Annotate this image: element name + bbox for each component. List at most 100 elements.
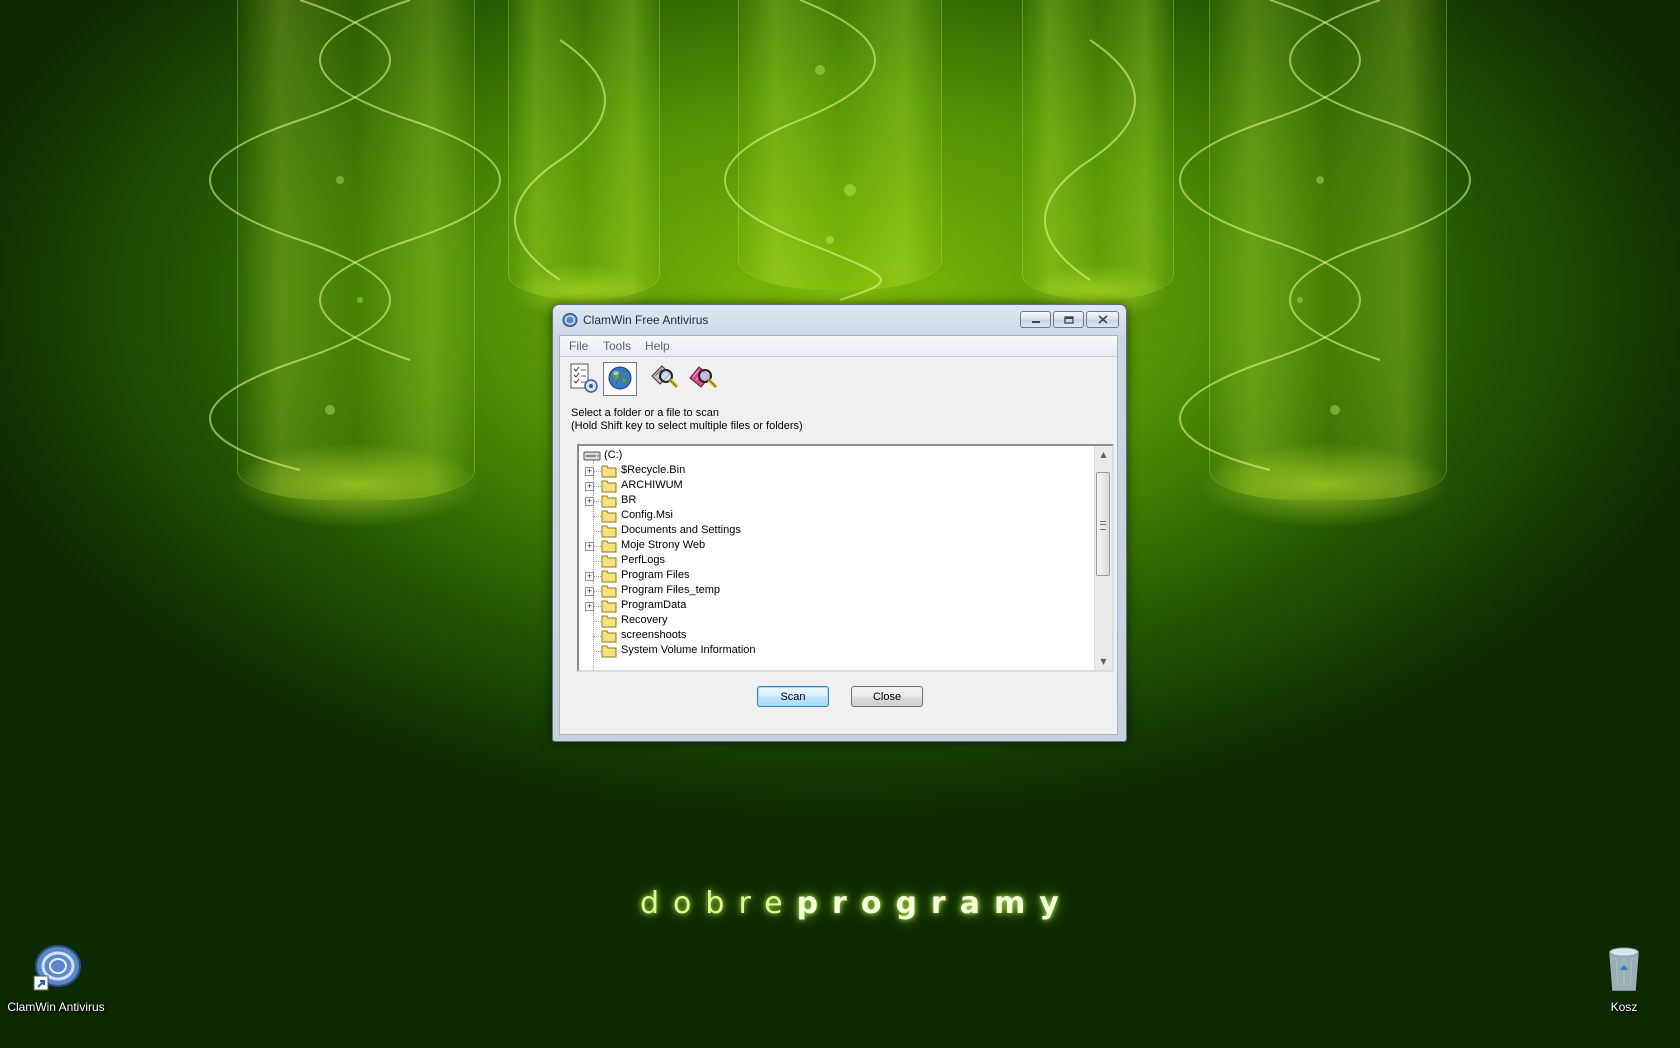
tree-item[interactable]: + ARCHIWUM (579, 478, 1059, 494)
folder-tree[interactable]: (C:) + $Recycle.Bin + ARCHIWUM + BR Conf… (577, 444, 1114, 672)
scan-magnifier-icon (689, 366, 718, 389)
scan-button[interactable]: Scan (757, 686, 829, 707)
scan-instruction: Select a folder or a file to scan (Hold … (571, 407, 803, 433)
tree-item-label: Moje Strony Web (621, 539, 706, 551)
close-window-button[interactable] (1086, 311, 1119, 328)
folder-icon (601, 570, 617, 583)
menu-bar: File Tools Help (560, 336, 1117, 357)
tree-connector (593, 591, 601, 592)
folder-icon (601, 480, 617, 493)
tree-connector (593, 501, 601, 502)
instruction-line-1: Select a folder or a file to scan (571, 407, 719, 419)
desktop-icon-label: Kosz (1610, 1000, 1638, 1014)
tree-item[interactable]: + BR (579, 493, 1059, 509)
tree-item-label: ProgramData (621, 599, 687, 611)
folder-icon (601, 645, 617, 658)
desktop-icon-clamwin[interactable]: ClamWin Antivirus (1, 942, 111, 1014)
tree-connector (593, 516, 601, 517)
folder-icon (601, 510, 617, 523)
scroll-up-button[interactable]: ▲ (1095, 446, 1112, 463)
update-database-tool-button[interactable] (603, 362, 637, 396)
menu-help[interactable]: Help (642, 339, 673, 353)
globe-update-icon (608, 366, 632, 390)
tree-item-label: ARCHIWUM (621, 479, 683, 491)
tree-connector (593, 636, 601, 637)
menu-file[interactable]: File (566, 339, 591, 353)
tree-item[interactable]: + Program Files_temp (579, 583, 1059, 599)
scan-memory-icon (651, 365, 679, 389)
expand-toggle[interactable]: + (585, 542, 594, 551)
title-bar[interactable]: ClamWin Free Antivirus (553, 305, 1126, 335)
tree-item[interactable]: + Moje Strony Web (579, 538, 1059, 554)
desktop-icon-label: ClamWin Antivirus (7, 1000, 105, 1014)
close-button[interactable]: Close (851, 686, 923, 707)
scroll-down-button[interactable]: ▼ (1095, 653, 1112, 670)
preferences-tool-button[interactable] (568, 362, 602, 396)
tree-connector (593, 546, 601, 547)
tree-connector (593, 561, 601, 562)
scroll-thumb[interactable] (1096, 472, 1110, 576)
tree-root-drive[interactable]: (C:) (579, 448, 1059, 464)
folder-icon (601, 555, 617, 568)
expand-toggle[interactable]: + (585, 602, 594, 611)
minimize-icon (1031, 320, 1040, 323)
tree-root-label: (C:) (604, 449, 623, 461)
wallpaper-tube (508, 0, 660, 300)
tree-item-label: screenshoots (621, 629, 687, 641)
window-title: ClamWin Free Antivirus (583, 313, 709, 327)
menu-tools[interactable]: Tools (600, 339, 634, 353)
tree-item[interactable]: Documents and Settings (579, 523, 1059, 539)
folder-icon (601, 495, 617, 508)
tree-item[interactable]: Config.Msi (579, 508, 1059, 524)
wallpaper-tube (237, 0, 475, 500)
tree-vertical-scrollbar[interactable]: ▲ ▼ (1094, 446, 1112, 670)
window-client-area: File Tools Help Select a folder or a fil… (559, 335, 1118, 735)
folder-icon (601, 615, 617, 628)
recycle-bin-icon (1609, 947, 1639, 991)
checklist-preferences-icon (570, 363, 598, 393)
tree-item-label: Program Files (621, 569, 690, 581)
scheduled-scan-tool-button[interactable] (687, 362, 721, 396)
scan-memory-tool-button[interactable] (648, 362, 682, 396)
tree-item[interactable]: + ProgramData (579, 598, 1059, 614)
tree-connector (593, 531, 601, 532)
expand-toggle[interactable]: + (585, 497, 594, 506)
expand-toggle[interactable]: + (585, 482, 594, 491)
tree-connector (593, 486, 601, 487)
clamwin-main-window: ClamWin Free Antivirus File Tools Help S… (552, 304, 1127, 742)
tree-item-label: Recovery (621, 614, 668, 626)
clamwin-shortcut-icon (33, 945, 81, 991)
folder-icon (601, 600, 617, 613)
expand-toggle[interactable]: + (585, 467, 594, 476)
tree-item[interactable]: screenshoots (579, 628, 1059, 644)
toolbar (560, 357, 1117, 401)
tree-item-label: Documents and Settings (621, 524, 741, 536)
tree-item[interactable]: + $Recycle.Bin (579, 463, 1059, 479)
minimize-button[interactable] (1020, 311, 1051, 328)
close-icon (1097, 315, 1108, 324)
folder-icon (601, 525, 617, 538)
folder-icon (601, 540, 617, 553)
tree-item[interactable]: + Program Files (579, 568, 1059, 584)
tree-item[interactable]: Recovery (579, 613, 1059, 629)
clamwin-app-icon (562, 313, 578, 327)
desktop-icon-recycle-bin[interactable]: Kosz (1569, 942, 1679, 1014)
scroll-grip-icon (1100, 521, 1106, 530)
tree-item-label: PerfLogs (621, 554, 666, 566)
folder-icon (601, 465, 617, 478)
maximize-button[interactable] (1053, 311, 1084, 328)
tree-item[interactable]: PerfLogs (579, 553, 1059, 569)
maximize-icon (1063, 315, 1074, 324)
instruction-line-2: (Hold Shift key to select multiple files… (571, 420, 803, 432)
wallpaper-tube (1022, 0, 1174, 300)
expand-toggle[interactable]: + (585, 587, 594, 596)
tree-item[interactable]: System Volume Information (579, 643, 1059, 659)
tree-item-label: Program Files_temp (621, 584, 721, 596)
tree-item-label: $Recycle.Bin (621, 464, 686, 476)
expand-toggle[interactable]: + (585, 572, 594, 581)
wallpaper-tube (1209, 0, 1447, 500)
tree-item-label: BR (621, 494, 637, 506)
tree-item-label: Config.Msi (621, 509, 673, 521)
folder-tree-content: (C:) + $Recycle.Bin + ARCHIWUM + BR Conf… (579, 446, 1094, 670)
hard-drive-icon (583, 451, 601, 461)
